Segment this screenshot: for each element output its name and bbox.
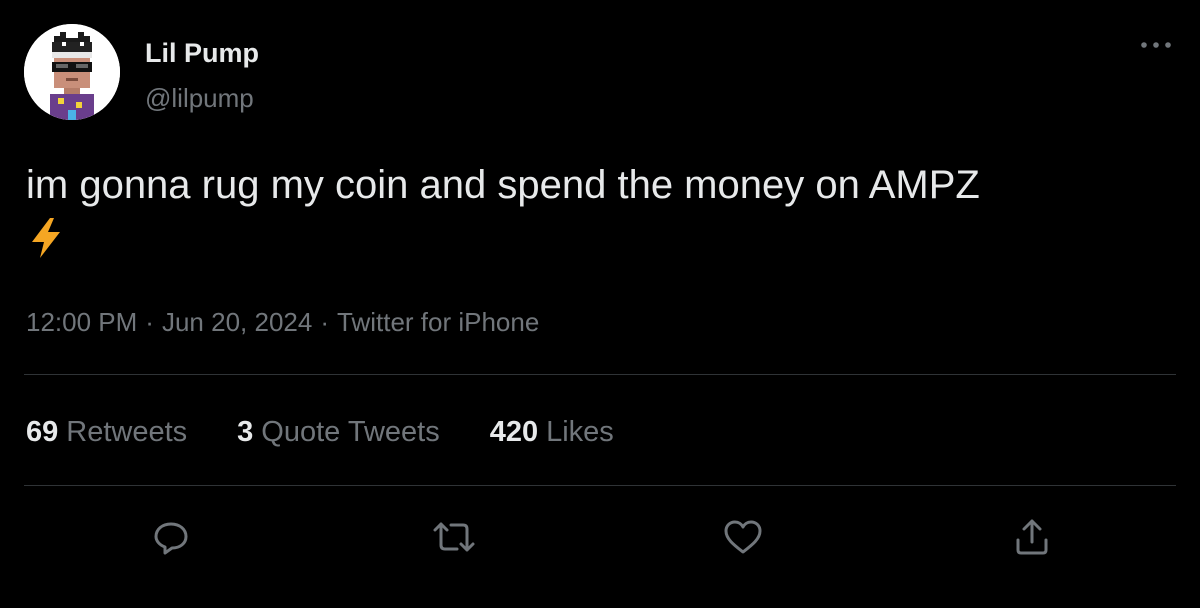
tweet-date[interactable]: Jun 20, 2024 [162,307,312,337]
more-horizontal-icon [1141,42,1171,48]
tweet-stats: 69 Retweets 3 Quote Tweets 420 Likes [26,416,664,449]
quote-tweets-stat[interactable]: 3 Quote Tweets [237,416,440,449]
tweet-body: im gonna rug my coin and spend the money… [26,160,1166,272]
likes-stat[interactable]: 420 Likes [490,416,614,449]
meta-separator: · [145,307,154,337]
retweet-icon [433,522,475,552]
retweets-label: Retweets [66,416,188,448]
retweets-count: 69 [26,416,59,448]
tweet-time: 12:00 PM [26,307,138,337]
likes-label: Likes [546,416,614,448]
retweet-button[interactable] [429,512,479,562]
author-name[interactable]: Lil Pump [145,38,259,69]
divider [24,485,1176,486]
tweet-metadata: 12:00 PM · Jun 20, 2024 · Twitter for iPhone [26,307,539,338]
author-handle[interactable]: @lilpump [145,83,254,114]
lightning-bolt-icon [26,216,1166,272]
share-button[interactable] [1007,512,1057,562]
retweets-stat[interactable]: 69 Retweets [26,416,187,449]
likes-count: 420 [489,416,539,448]
like-button[interactable] [718,512,768,562]
tweet-text: im gonna rug my coin and spend the money… [26,163,980,207]
quote-tweets-count: 3 [237,416,254,448]
reply-button[interactable] [146,512,196,562]
more-options-button[interactable] [1136,30,1176,60]
tweet-source[interactable]: Twitter for iPhone [337,307,539,337]
pixel-avatar-image [24,24,120,120]
share-icon [1016,519,1048,555]
divider [24,374,1176,375]
quote-tweets-label: Quote Tweets [261,416,440,448]
heart-icon [724,520,762,554]
meta-separator: · [320,307,329,337]
avatar[interactable] [24,24,120,120]
reply-icon [154,522,188,555]
